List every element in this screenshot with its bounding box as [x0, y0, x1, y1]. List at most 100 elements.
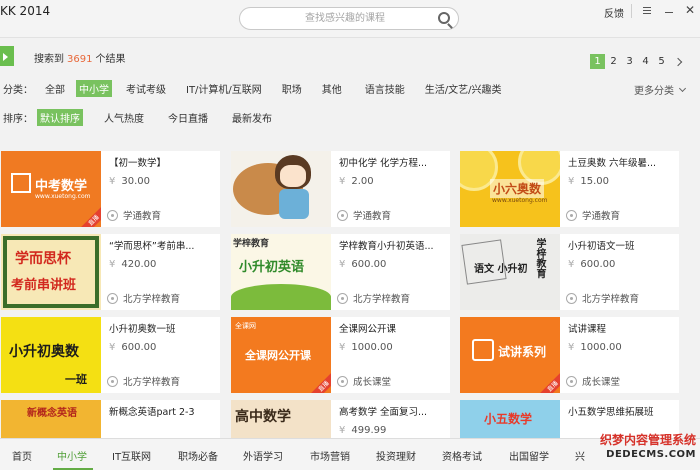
course-title[interactable]: 小升初语文一班 — [568, 238, 674, 252]
sort-newest[interactable]: 最新发布 — [229, 109, 275, 126]
course-org[interactable]: 北方学梓教育 — [107, 291, 180, 305]
category-k12[interactable]: 中小学 — [76, 79, 112, 97]
course-title[interactable]: 土豆奥数 六年级暑... — [568, 155, 674, 169]
course-price: ¥600.00 — [568, 259, 616, 270]
close-icon[interactable]: ✕ — [683, 3, 697, 17]
nav-k12[interactable]: 中小学 — [57, 448, 87, 463]
thumbnail-title: 小六奥数 — [490, 179, 545, 198]
course-org[interactable]: 北方学梓教育 — [566, 291, 639, 305]
search-input[interactable] — [260, 11, 430, 26]
course-title[interactable]: 小升初奥数一班 — [109, 321, 215, 335]
menu-icon[interactable] — [640, 3, 654, 17]
thumbnail-brand: 学梓教育 — [233, 239, 270, 249]
nav-certification[interactable]: 资格考试 — [442, 448, 482, 463]
course-card[interactable]: 小六奥数 www.xuetong.com 土豆奥数 六年级暑... ¥15.00… — [460, 151, 679, 227]
search-box[interactable] — [239, 7, 459, 30]
sort-live-today[interactable]: 今日直播 — [165, 109, 211, 126]
course-card[interactable]: 全课网 全课网公开课 直播 全课网公开课 ¥1000.00 成长课堂 — [231, 317, 450, 393]
nav-career[interactable]: 职场必备 — [178, 448, 218, 463]
search-icon[interactable] — [438, 12, 450, 24]
category-career[interactable]: 职场 — [279, 80, 305, 97]
course-thumbnail: 试讲系列 直播 — [460, 317, 560, 393]
org-icon — [107, 375, 118, 387]
org-icon — [566, 375, 577, 387]
course-org[interactable]: 学通教育 — [337, 208, 391, 222]
thumbnail-title: 小升初奥数 — [9, 344, 79, 360]
course-card[interactable]: 语文 小升初 学梓教育 小升初语文一班 ¥600.00 北方学梓教育 — [460, 234, 679, 310]
course-price: ¥499.99 — [339, 425, 387, 436]
sort-popularity[interactable]: 人气热度 — [101, 109, 147, 126]
logo-icon — [11, 173, 31, 193]
feedback-button[interactable]: 反馈 — [604, 5, 624, 20]
page-5[interactable]: 5 — [654, 54, 669, 69]
page-1[interactable]: 1 — [590, 54, 605, 69]
course-thumbnail: 小六奥数 www.xuetong.com — [460, 151, 560, 227]
page-3[interactable]: 3 — [622, 54, 637, 69]
nav-home[interactable]: 首页 — [12, 448, 32, 463]
result-count: 3691 — [67, 54, 93, 65]
category-all[interactable]: 全部 — [42, 80, 68, 97]
nav-study-abroad[interactable]: 出国留学 — [509, 448, 549, 463]
course-org[interactable]: 成长课堂 — [337, 374, 391, 388]
course-title[interactable]: 初中化学 化学方程... — [339, 155, 445, 169]
course-card[interactable]: 初中化学 化学方程... ¥2.00 学通教育 — [231, 151, 450, 227]
page-4[interactable]: 4 — [638, 54, 653, 69]
nav-marketing[interactable]: 市场营销 — [310, 448, 350, 463]
course-card[interactable]: 中考数学 www.xuetong.com 直播 【初一数学】 ¥30.00 学通… — [1, 151, 220, 227]
course-org[interactable]: 成长课堂 — [566, 374, 620, 388]
course-thumbnail: 中考数学 www.xuetong.com 直播 — [1, 151, 101, 227]
category-language[interactable]: 语言技能 — [362, 80, 408, 97]
more-categories[interactable]: 更多分类 — [634, 82, 687, 97]
minimize-icon[interactable] — [662, 3, 676, 17]
course-card[interactable]: 学梓教育 小升初英语 学梓教育小升初英语... ¥600.00 北方学梓教育 — [231, 234, 450, 310]
watermark-title: 织梦内容管理系统 — [599, 433, 696, 447]
thumbnail-title: 小升初英语 — [239, 260, 305, 275]
next-page-icon[interactable] — [670, 54, 685, 69]
thumbnail-subtitle: www.xuetong.com — [35, 193, 91, 200]
category-it[interactable]: IT/计算机/互联网 — [183, 80, 265, 97]
course-card[interactable]: 小升初奥数 一班 小升初奥数一班 ¥600.00 北方学梓教育 — [1, 317, 220, 393]
course-price: ¥1000.00 — [339, 342, 393, 353]
category-other[interactable]: 其他 — [319, 80, 345, 97]
page-2[interactable]: 2 — [606, 54, 621, 69]
course-card[interactable]: 学而思杯 考前串讲班 “学而思杯”考前串... ¥420.00 北方学梓教育 — [1, 234, 220, 310]
course-title[interactable]: 高考数学 全面复习... — [339, 404, 445, 418]
course-title[interactable]: 小五数学思维拓展班 — [568, 404, 674, 418]
live-badge: 直播 — [537, 371, 560, 393]
nav-finance[interactable]: 投资理财 — [376, 448, 416, 463]
category-lifestyle[interactable]: 生活/文艺/兴趣类 — [422, 80, 505, 97]
thumbnail-brand: 全课网 — [235, 322, 256, 330]
course-org[interactable]: 学通教育 — [566, 208, 620, 222]
course-card[interactable]: 高中数学 高考数学 全面复习... ¥499.99 — [231, 400, 450, 438]
course-org[interactable]: 北方学梓教育 — [107, 374, 180, 388]
course-price: ¥420.00 — [109, 259, 157, 270]
course-title[interactable]: 【初一数学】 — [109, 155, 215, 169]
nav-language[interactable]: 外语学习 — [243, 448, 283, 463]
course-title[interactable]: “学而思杯”考前串... — [109, 238, 215, 252]
course-thumbnail — [231, 151, 331, 227]
nav-interest[interactable]: 兴 — [575, 448, 585, 463]
course-org[interactable]: 学通教育 — [107, 208, 161, 222]
course-title[interactable]: 学梓教育小升初英语... — [339, 238, 445, 252]
org-icon — [566, 209, 577, 221]
character-body — [279, 189, 309, 219]
sort-default[interactable]: 默认排序 — [37, 108, 83, 126]
thumbnail-title: 小五数学 — [484, 412, 533, 426]
course-card[interactable]: 试讲系列 直播 试讲课程 ¥1000.00 成长课堂 — [460, 317, 679, 393]
course-title[interactable]: 试讲课程 — [568, 321, 674, 335]
course-title[interactable]: 全课网公开课 — [339, 321, 445, 335]
live-badge: 直播 — [308, 371, 331, 393]
sort-label: 排序： — [3, 113, 33, 125]
thumbnail-title: 新概念英语 — [27, 408, 77, 419]
course-card[interactable]: 新概念英语 新概念英语part 2-3 — [1, 400, 220, 438]
course-org[interactable]: 北方学梓教育 — [337, 291, 410, 305]
org-icon — [107, 292, 118, 304]
logo-icon — [472, 339, 494, 361]
back-icon[interactable] — [0, 46, 14, 66]
org-icon — [566, 292, 577, 304]
category-exams[interactable]: 考试考级 — [123, 80, 169, 97]
nav-it[interactable]: IT互联网 — [112, 448, 151, 463]
thumbnail-title: 全课网公开课 — [245, 349, 311, 362]
title-bar: KK 2014 反馈 ✕ — [0, 0, 700, 38]
course-title[interactable]: 新概念英语part 2-3 — [109, 404, 215, 418]
